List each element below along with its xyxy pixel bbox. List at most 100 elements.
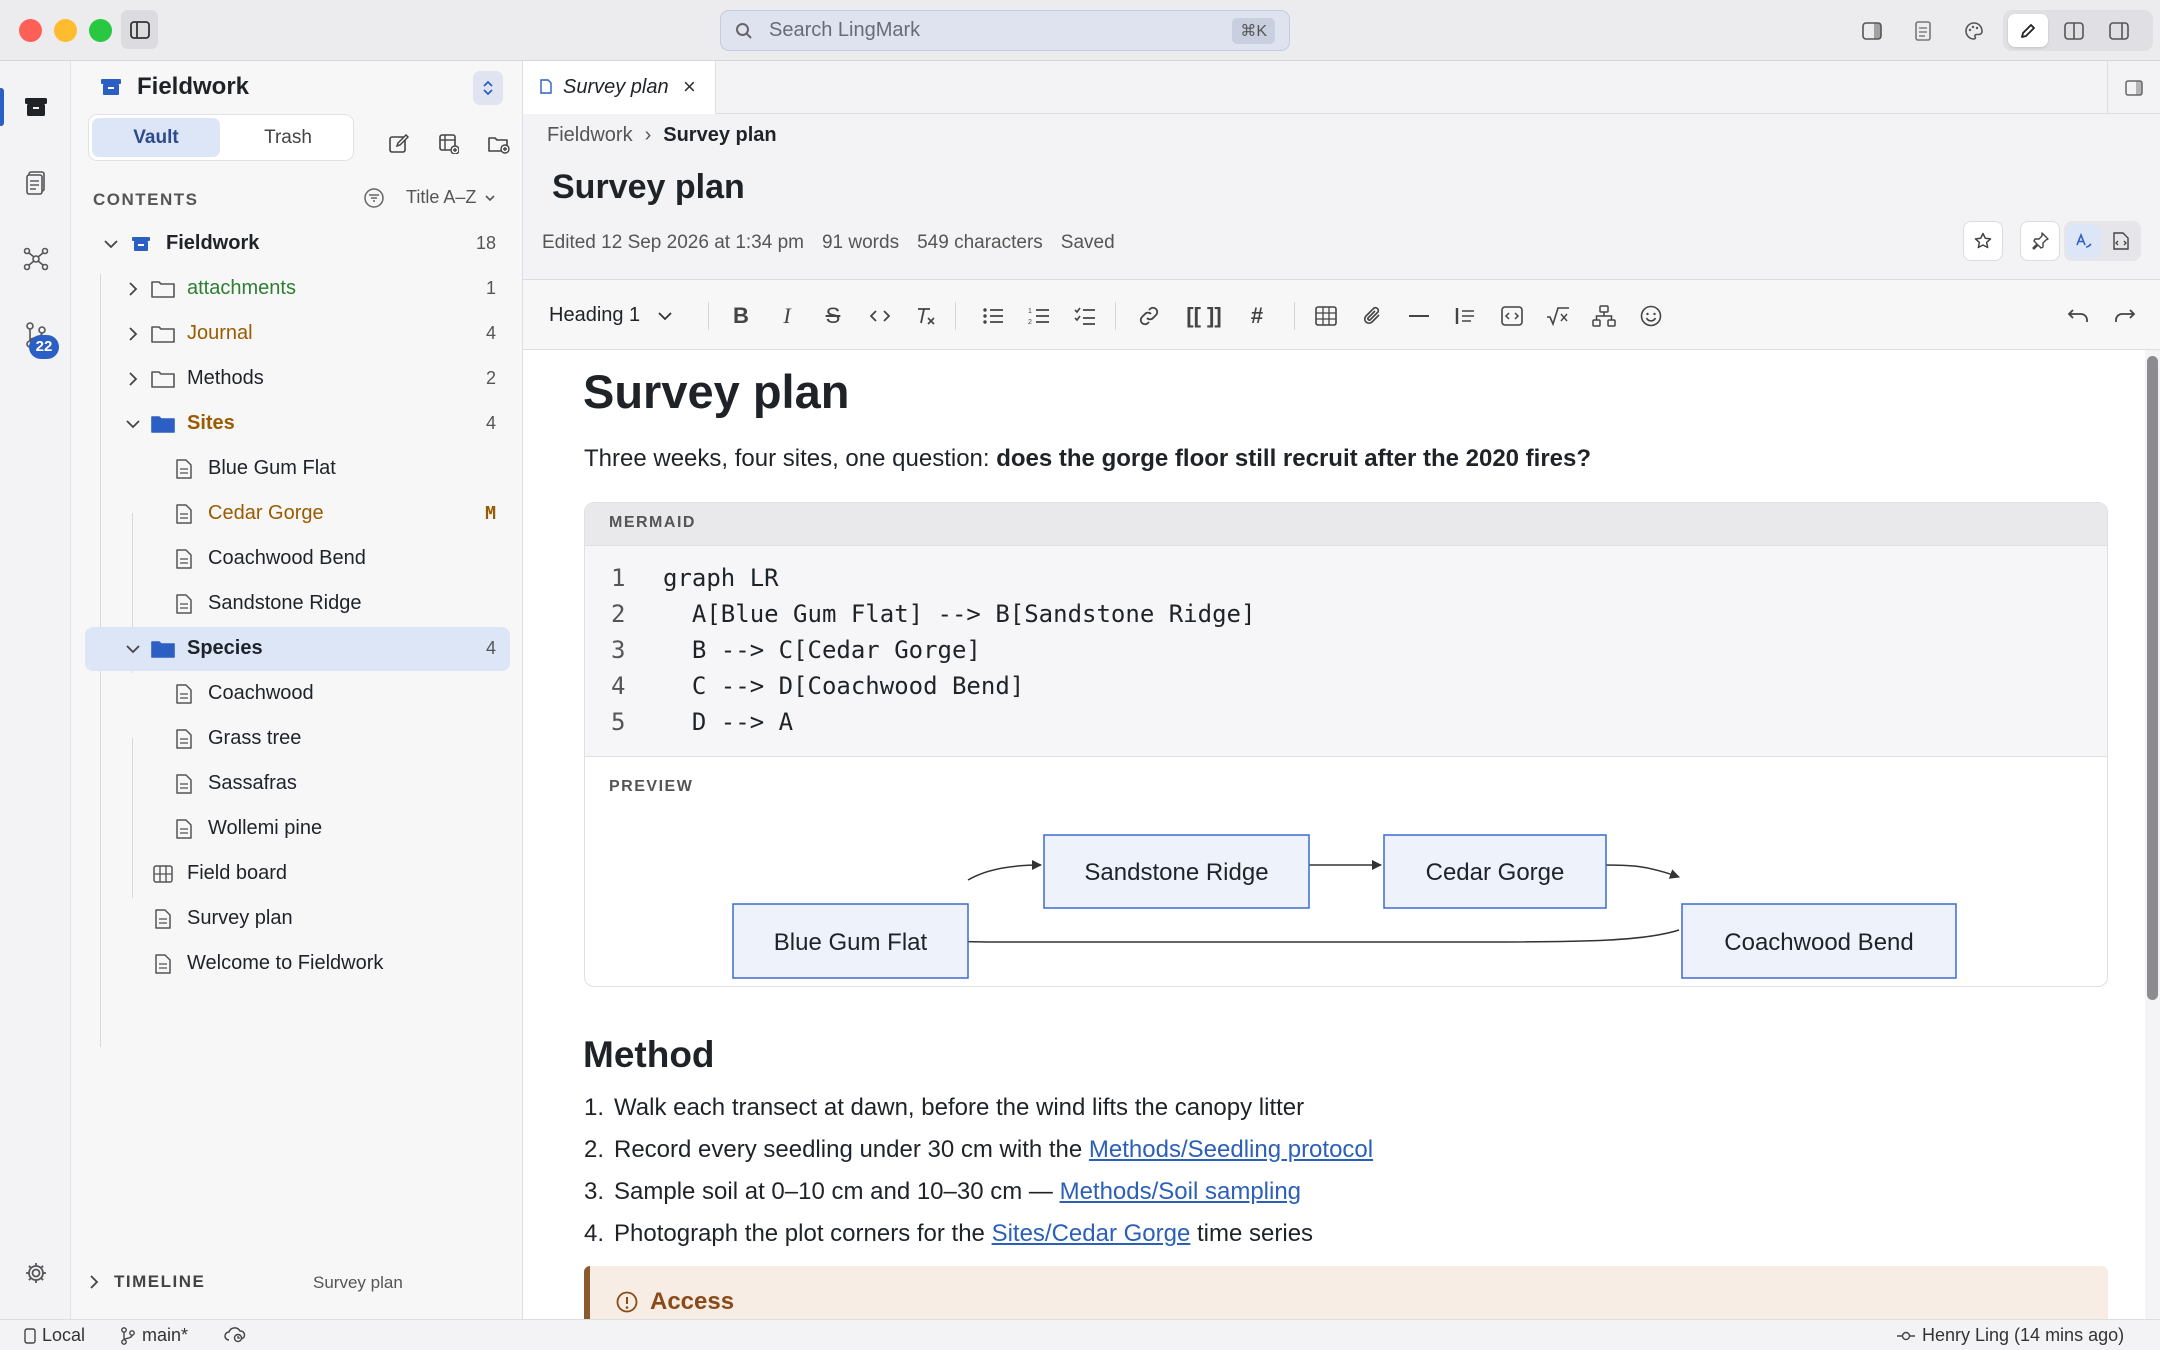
document-icon: [172, 683, 196, 705]
chevron-right-icon[interactable]: [123, 279, 143, 299]
numbered-list-button[interactable]: 12: [1022, 299, 1056, 333]
callout-access[interactable]: Access: [584, 1266, 2108, 1319]
heading-2-method[interactable]: Method: [583, 1034, 715, 1076]
divider-button[interactable]: [1402, 299, 1436, 333]
tab-close-button[interactable]: ×: [683, 74, 696, 100]
bold-button[interactable]: B: [724, 299, 758, 333]
intro-paragraph[interactable]: Three weeks, four sites, one question: d…: [584, 445, 1591, 473]
tree-note-welcome[interactable]: Welcome to Fieldwork: [85, 942, 510, 986]
chevron-right-icon[interactable]: [123, 324, 143, 344]
new-folder-button[interactable]: [484, 129, 514, 159]
window-minimize-button[interactable]: [54, 19, 77, 42]
chevron-down-icon[interactable]: [101, 234, 121, 254]
emoji-button[interactable]: [1634, 299, 1668, 333]
panel-layout-button[interactable]: [1856, 15, 1888, 47]
tree-folder-sites[interactable]: Sites 4: [85, 402, 510, 446]
wikilink-cedar-gorge[interactable]: Sites/Cedar Gorge: [992, 1220, 1191, 1247]
bullet-list-button[interactable]: [976, 299, 1010, 333]
pin-button[interactable]: [2020, 221, 2060, 261]
right-panel-toggle-button[interactable]: [2107, 61, 2160, 114]
sync-status[interactable]: [223, 1325, 247, 1343]
trash-segment[interactable]: Trash: [224, 118, 352, 157]
tree-note-coachwood-bend[interactable]: Coachwood Bend: [85, 537, 510, 581]
preview-mode-button[interactable]: [2099, 14, 2139, 47]
edit-mode-button[interactable]: [2008, 14, 2048, 47]
redo-button[interactable]: [2108, 299, 2142, 333]
timeline-panel-header[interactable]: TIMELINE Survey plan: [71, 1263, 523, 1303]
rail-vault-button[interactable]: [18, 89, 54, 125]
new-board-button[interactable]: [434, 129, 464, 159]
git-branch-status[interactable]: main*: [120, 1325, 188, 1346]
last-commit[interactable]: Henry Ling (14 mins ago): [1896, 1325, 2124, 1346]
inline-code-button[interactable]: [863, 299, 897, 333]
rail-graph-button[interactable]: [18, 241, 54, 277]
document-title[interactable]: Survey plan: [552, 168, 745, 207]
attachment-button[interactable]: [1356, 299, 1390, 333]
mermaid-source[interactable]: 1 graph LR 2 A[Blue Gum Flat] --> B[Sands…: [585, 545, 2107, 757]
tree-note-grass-tree[interactable]: Grass tree: [85, 717, 510, 761]
chevron-down-icon[interactable]: [123, 639, 143, 659]
filter-button[interactable]: [363, 187, 385, 209]
tree-folder-methods[interactable]: Methods 2: [85, 357, 510, 401]
mermaid-block[interactable]: MERMAID 1 graph LR 2 A[Blue Gum Flat] -->…: [584, 502, 2108, 987]
editor-scrollbar-thumb[interactable]: [2147, 356, 2158, 1000]
undo-button[interactable]: [2061, 299, 2095, 333]
favorite-button[interactable]: [1963, 221, 2003, 261]
list-item[interactable]: 4. Photograph the plot corners for the Si…: [584, 1220, 1313, 1248]
chevron-right-icon[interactable]: [123, 369, 143, 389]
tree-note-wollemi-pine[interactable]: Wollemi pine: [85, 807, 510, 851]
tree-folder-journal[interactable]: Journal 4: [85, 312, 510, 356]
code-block-button[interactable]: [1495, 299, 1529, 333]
wikilink-soil-sampling[interactable]: Methods/Soil sampling: [1060, 1178, 1301, 1205]
theme-button[interactable]: [1958, 15, 1990, 47]
editor-content[interactable]: Survey plan Three weeks, four sites, one…: [523, 350, 2145, 1319]
link-button[interactable]: [1132, 299, 1166, 333]
rich-text-view-button[interactable]: [2066, 224, 2101, 258]
task-list-button[interactable]: [1068, 299, 1102, 333]
tab-survey-plan[interactable]: Survey plan ×: [523, 61, 716, 114]
tree-folder-attachments[interactable]: attachments 1: [85, 267, 510, 311]
reader-button[interactable]: [1907, 15, 1939, 47]
search-placeholder: Search LingMark: [769, 19, 921, 41]
strikethrough-button[interactable]: S: [816, 299, 850, 333]
diagram-button[interactable]: [1587, 299, 1621, 333]
tree-note-coachwood[interactable]: Coachwood: [85, 672, 510, 716]
settings-button[interactable]: [18, 1255, 54, 1291]
source-view-button[interactable]: [2103, 224, 2138, 258]
list-item[interactable]: 1. Walk each transect at dawn, before the…: [584, 1094, 1304, 1122]
window-close-button[interactable]: [19, 19, 42, 42]
tree-note-sandstone-ridge[interactable]: Sandstone Ridge: [85, 582, 510, 626]
list-item[interactable]: 2. Record every seedling under 30 cm with…: [584, 1136, 1373, 1164]
quote-button[interactable]: [1448, 299, 1482, 333]
tag-button[interactable]: #: [1240, 299, 1274, 333]
storage-location[interactable]: Local: [24, 1325, 85, 1346]
rail-notes-button[interactable]: [18, 165, 54, 201]
tree-note-sassafras[interactable]: Sassafras: [85, 762, 510, 806]
italic-button[interactable]: I: [770, 299, 804, 333]
vault-switcher-button[interactable]: [473, 71, 503, 105]
block-type-select[interactable]: Heading 1: [549, 304, 672, 327]
list-item[interactable]: 3. Sample soil at 0–10 cm and 10–30 cm — …: [584, 1178, 1301, 1206]
tree-folder-species[interactable]: Species 4: [85, 627, 510, 671]
split-mode-button[interactable]: [2054, 14, 2094, 47]
math-button[interactable]: [1541, 299, 1575, 333]
wikilink-seedling-protocol[interactable]: Methods/Seedling protocol: [1089, 1136, 1373, 1163]
heading-1[interactable]: Survey plan: [583, 364, 849, 419]
chevron-up-down-icon: [482, 80, 494, 96]
breadcrumb-root[interactable]: Fieldwork: [547, 124, 633, 147]
sidebar-toggle-button[interactable]: [121, 10, 158, 49]
clear-format-button[interactable]: [909, 299, 943, 333]
search-bar[interactable]: Search LingMark ⌘K: [720, 10, 1290, 51]
tree-folder-fieldwork[interactable]: Fieldwork 18: [85, 222, 510, 266]
sort-dropdown[interactable]: Title A–Z: [406, 187, 495, 208]
tree-note-survey-plan[interactable]: Survey plan: [85, 897, 510, 941]
tree-note-cedar-gorge[interactable]: Cedar Gorge M: [85, 492, 510, 536]
tree-note-blue-gum-flat[interactable]: Blue Gum Flat: [85, 447, 510, 491]
new-note-button[interactable]: [384, 129, 414, 159]
window-zoom-button[interactable]: [89, 19, 112, 42]
wikilink-button[interactable]: [[ ]]: [1178, 299, 1230, 333]
tree-board-field-board[interactable]: Field board: [85, 852, 510, 896]
insert-table-button[interactable]: [1309, 299, 1343, 333]
chevron-down-icon[interactable]: [123, 414, 143, 434]
vault-segment[interactable]: Vault: [92, 118, 220, 157]
